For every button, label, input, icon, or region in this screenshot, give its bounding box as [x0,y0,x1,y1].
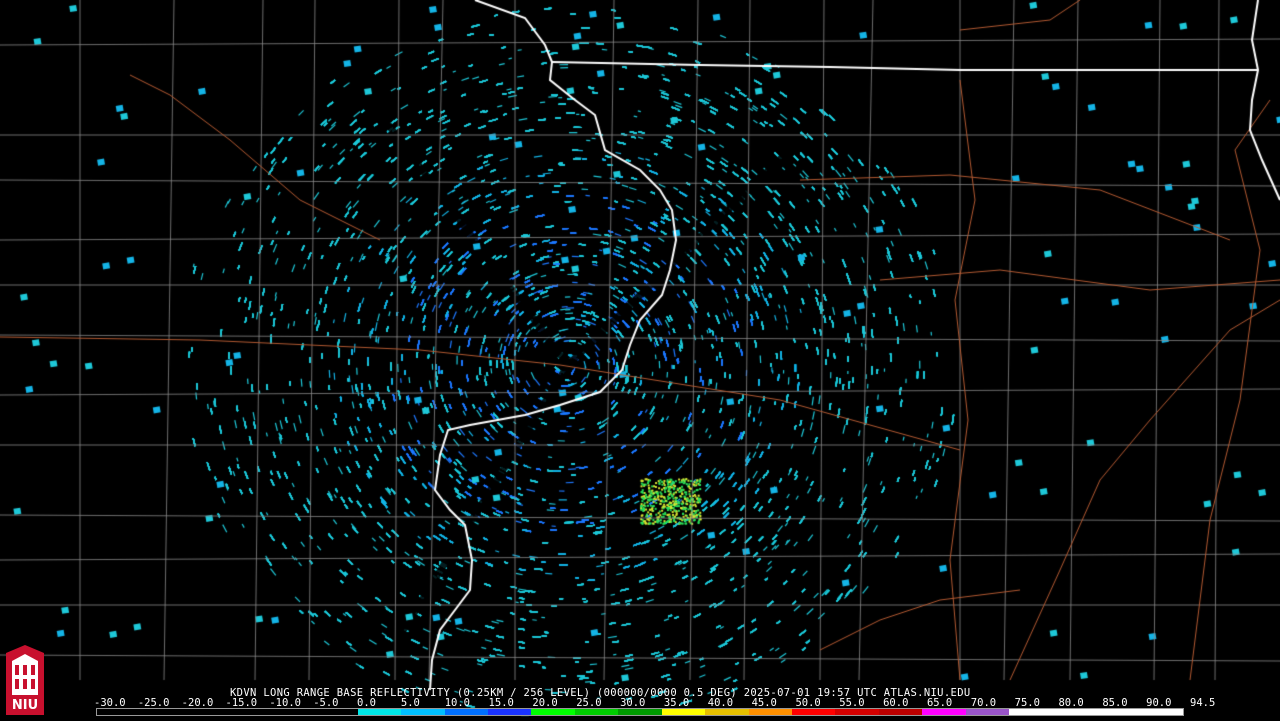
niu-logo: NIU [4,645,46,717]
color-scale-segment [140,709,184,715]
color-scale-segment [878,709,923,715]
color-scale-segment [618,709,662,715]
color-scale-segment [1096,709,1140,715]
color-scale-bar [96,708,1184,716]
color-scale-segment [1139,709,1183,715]
color-scale-segment [1052,709,1097,715]
color-scale-segment [835,709,879,715]
color-scale-segment [357,709,402,715]
color-scale-segment [487,709,532,715]
color-scale-segment [314,709,358,715]
radar-map [0,0,1280,720]
color-scale-segment [401,709,445,715]
color-scale-segment [97,709,141,715]
color-scale-segment [705,709,749,715]
color-scale-segment [444,709,488,715]
scale-label: 94.5 [1190,697,1216,709]
logo-text: NIU [11,698,39,713]
color-scale-segment [922,709,966,715]
color-scale-segment [183,709,228,715]
color-scale-segment [792,709,836,715]
color-scale-segment [965,709,1010,715]
color-scale-segment [574,709,619,715]
color-scale-segment [1009,709,1053,715]
color-scale-segment [748,709,792,715]
color-scale-segment [661,709,706,715]
color-scale-segment [270,709,315,715]
color-scale-segment [531,709,575,715]
color-scale-segment [227,709,271,715]
